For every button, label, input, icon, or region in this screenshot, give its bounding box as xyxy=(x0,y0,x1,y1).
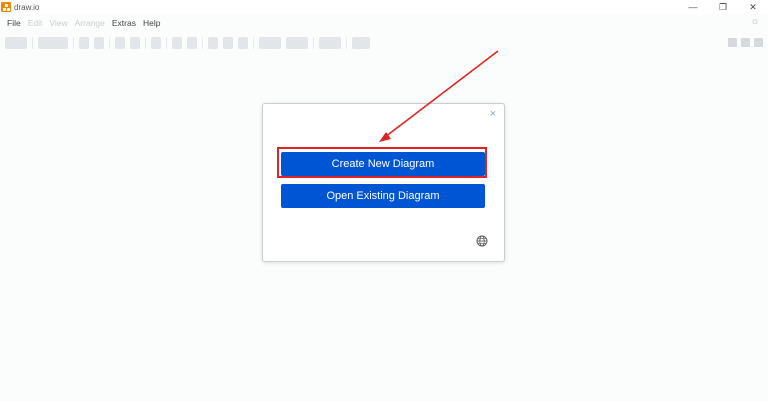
to-front-icon[interactable] xyxy=(172,37,182,49)
table-icon[interactable] xyxy=(352,37,370,49)
collapse-icon[interactable] xyxy=(754,38,763,47)
toolbar-separator xyxy=(253,37,254,49)
format-panel-icon[interactable] xyxy=(741,38,750,47)
toolbar-separator xyxy=(166,37,167,49)
close-window-button[interactable]: ✕ xyxy=(738,0,768,14)
sun-icon[interactable]: ☼ xyxy=(750,17,760,27)
drawio-logo-icon xyxy=(1,2,11,12)
menu-file[interactable]: File xyxy=(7,18,21,28)
toolbar-separator xyxy=(32,37,33,49)
zoom-out-icon[interactable] xyxy=(94,37,104,49)
toolbar xyxy=(0,33,768,53)
close-icon[interactable]: × xyxy=(488,109,498,120)
toolbar-separator xyxy=(145,37,146,49)
to-back-icon[interactable] xyxy=(187,37,197,49)
delete-icon[interactable] xyxy=(151,37,161,49)
menu-arrange[interactable]: Arrange xyxy=(75,18,105,28)
line-color-icon[interactable] xyxy=(223,37,233,49)
connection-style-icon[interactable] xyxy=(259,37,281,49)
maximize-button[interactable]: ❐ xyxy=(708,0,738,14)
app-window: draw.io — ❐ ✕ File Edit View Arrange Ext… xyxy=(0,0,768,401)
start-dialog: × Create New Diagram Open Existing Diagr… xyxy=(262,103,505,262)
toolbar-separator xyxy=(109,37,110,49)
toolbar-separator xyxy=(346,37,347,49)
fullscreen-icon[interactable] xyxy=(728,38,737,47)
shadow-icon[interactable] xyxy=(238,37,248,49)
insert-icon[interactable] xyxy=(319,37,341,49)
menu-edit[interactable]: Edit xyxy=(28,18,43,28)
globe-icon[interactable] xyxy=(476,235,488,247)
waypoints-icon[interactable] xyxy=(286,37,308,49)
toolbar-separator xyxy=(313,37,314,49)
minimize-button[interactable]: — xyxy=(678,0,708,14)
open-existing-diagram-button[interactable]: Open Existing Diagram xyxy=(281,184,485,208)
highlight-annotation xyxy=(277,147,487,178)
fill-color-icon[interactable] xyxy=(208,37,218,49)
menu-extras[interactable]: Extras xyxy=(112,18,136,28)
title-bar: draw.io — ❐ ✕ xyxy=(0,0,768,14)
zoom-in-icon[interactable] xyxy=(79,37,89,49)
toolbar-separator xyxy=(202,37,203,49)
menu-view[interactable]: View xyxy=(49,18,67,28)
undo-icon[interactable] xyxy=(115,37,125,49)
zoom-select[interactable] xyxy=(38,37,68,49)
window-controls: — ❐ ✕ xyxy=(678,0,768,14)
window-title: draw.io xyxy=(14,2,40,12)
redo-icon[interactable] xyxy=(130,37,140,49)
menu-bar: File Edit View Arrange Extras Help ☼ xyxy=(0,14,768,31)
format-panel-toggle-icon[interactable] xyxy=(5,37,27,49)
menu-help[interactable]: Help xyxy=(143,18,160,28)
toolbar-separator xyxy=(73,37,74,49)
